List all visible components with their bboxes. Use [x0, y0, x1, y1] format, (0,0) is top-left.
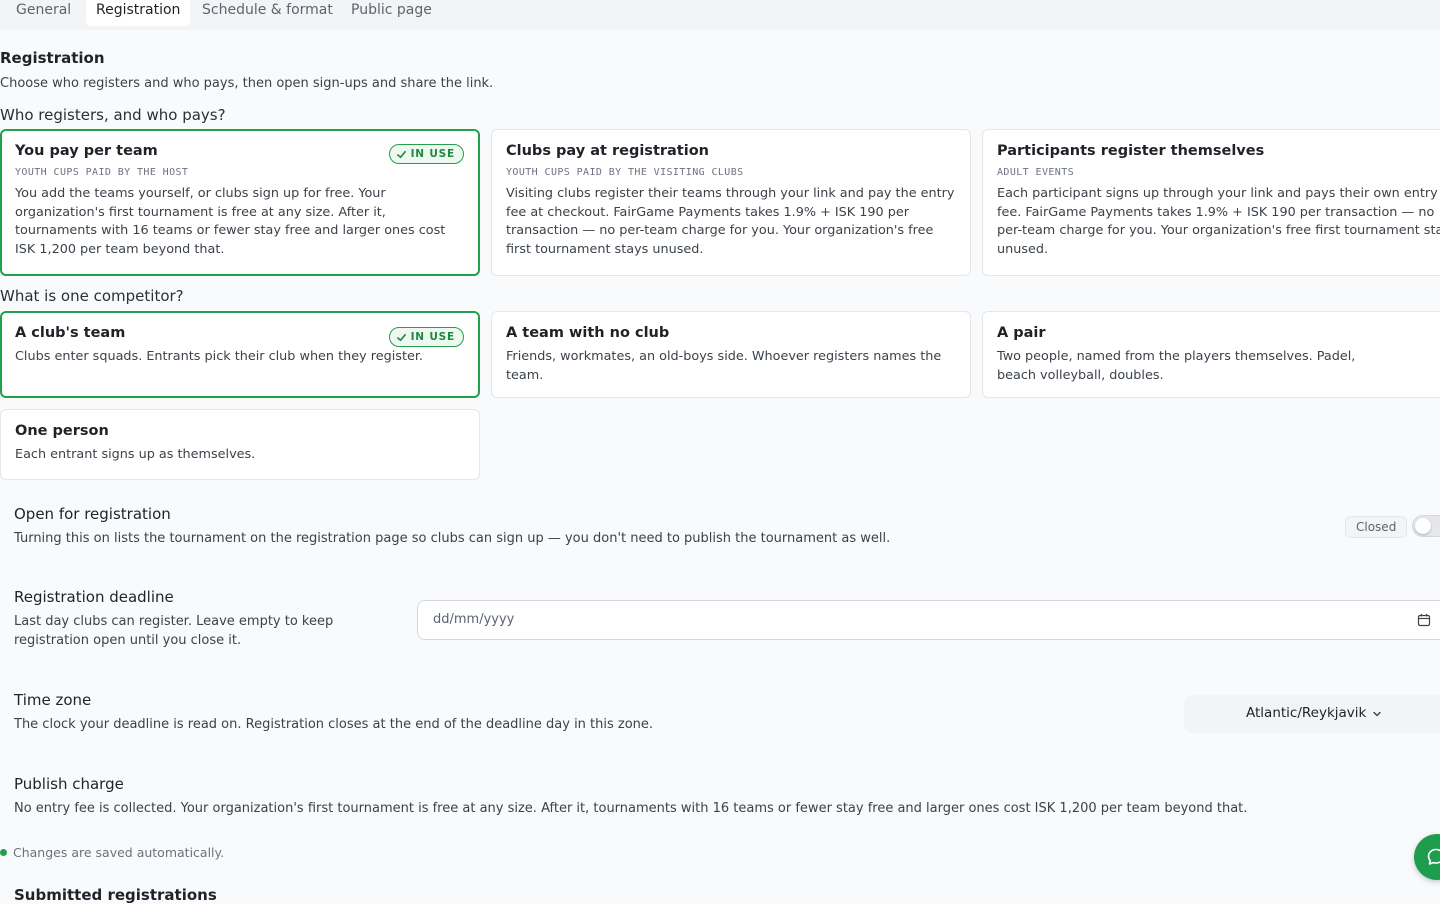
option-description: Each entrant signs up as themselves. — [15, 447, 256, 462]
chevron-down-icon — [1373, 711, 1381, 717]
description-line: fee. FairGame Payments takes 1.9% + ISK … — [997, 204, 1435, 220]
option-description: Each participant signs up through your l… — [997, 185, 1440, 259]
toggle-knob — [1415, 518, 1431, 534]
chat-button[interactable] — [1414, 834, 1440, 880]
option-participants-register-themselves[interactable]: Participants register themselves ADULT E… — [982, 129, 1440, 276]
submitted-registrations-title: Submitted registrations — [14, 886, 217, 904]
section-subtitle: Choose who registers and who pays, then … — [0, 76, 494, 91]
publish-charge-description: No entry fee is collected. Your organiza… — [14, 801, 1248, 816]
option-tag: YOUTH CUPS PAID BY THE VISITING CLUBS — [506, 167, 744, 178]
option-description: Friends, workmates, an old-boys side. Wh… — [506, 349, 942, 383]
option-title: Clubs pay at registration — [506, 143, 709, 159]
deadline-date-input[interactable]: dd/mm/yyyy — [417, 600, 1440, 640]
badge-label: IN USE — [410, 148, 455, 160]
section-title: Registration — [0, 49, 105, 67]
open-registration-description: Turning this on lists the tournament on … — [14, 531, 891, 546]
timezone-description: The clock your deadline is read on. Regi… — [14, 717, 654, 732]
open-registration-title: Open for registration — [14, 505, 171, 523]
check-icon — [396, 150, 406, 158]
open-registration-toggle[interactable] — [1412, 515, 1440, 537]
deadline-description: Last day clubs can register. Leave empty… — [14, 612, 333, 650]
option-team-no-club[interactable]: A team with no club Friends, workmates, … — [491, 311, 971, 398]
option-you-pay-per-team[interactable]: You pay per team IN USE YOUTH CUPS PAID … — [0, 129, 480, 276]
publish-charge-title: Publish charge — [14, 775, 124, 793]
tab-general[interactable]: General — [6, 0, 81, 26]
autosave-status: Changes are saved automatically. — [0, 845, 224, 860]
timezone-select[interactable]: Atlantic/Reykjavik — [1184, 695, 1440, 733]
option-title: A team with no club — [506, 325, 670, 341]
option-title: One person — [15, 423, 109, 439]
option-description: Two people, named from the players thems… — [997, 349, 1356, 383]
registration-status-badge: Closed — [1345, 516, 1408, 538]
autosave-text: Changes are saved automatically. — [13, 845, 225, 860]
option-one-person[interactable]: One person Each entrant signs up as them… — [0, 409, 480, 480]
timezone-title: Time zone — [14, 691, 92, 709]
badge-label: IN USE — [410, 331, 455, 343]
calendar-icon[interactable] — [1417, 613, 1431, 627]
competitor-question: What is one competitor? — [0, 287, 184, 305]
tab-schedule-format[interactable]: Schedule & format — [192, 0, 343, 26]
description-line: Each participant signs up through your l… — [997, 186, 1438, 201]
timezone-value: Atlantic/Reykjavik — [1246, 705, 1367, 721]
status-dot — [0, 849, 7, 856]
option-tag: YOUTH CUPS PAID BY THE HOST — [15, 167, 189, 178]
in-use-badge: IN USE — [388, 327, 464, 347]
option-tag: ADULT EVENTS — [997, 167, 1075, 178]
in-use-badge: IN USE — [388, 144, 464, 164]
tab-public-page[interactable]: Public page — [341, 0, 442, 26]
who-pays-question: Who registers, and who pays? — [0, 106, 226, 124]
description-line: registration open until you close it. — [14, 633, 242, 648]
option-pair[interactable]: A pair Two people, named from the player… — [982, 311, 1440, 398]
description-line: per-team charge for you. Your organizati… — [997, 223, 1440, 239]
option-description: Clubs enter squads. Entrants pick their … — [15, 349, 423, 364]
tab-registration[interactable]: Registration — [86, 0, 191, 26]
option-title: A pair — [997, 325, 1046, 341]
chat-bubble-icon — [1427, 848, 1440, 865]
option-description: You add the teams yourself, or clubs sig… — [15, 186, 446, 257]
option-description: Visiting clubs register their teams thro… — [506, 186, 955, 257]
option-clubs-team[interactable]: A club's team IN USE Clubs enter squads.… — [0, 311, 480, 398]
option-clubs-pay-at-registration[interactable]: Clubs pay at registration YOUTH CUPS PAI… — [491, 129, 971, 276]
deadline-title: Registration deadline — [14, 588, 174, 606]
settings-tabs: General Registration Schedule & format P… — [0, 0, 1440, 30]
description-line: Last day clubs can register. Leave empty… — [14, 614, 334, 629]
option-title: Participants register themselves — [997, 143, 1265, 159]
description-line: unused. — [997, 241, 1049, 257]
check-icon — [396, 333, 406, 341]
